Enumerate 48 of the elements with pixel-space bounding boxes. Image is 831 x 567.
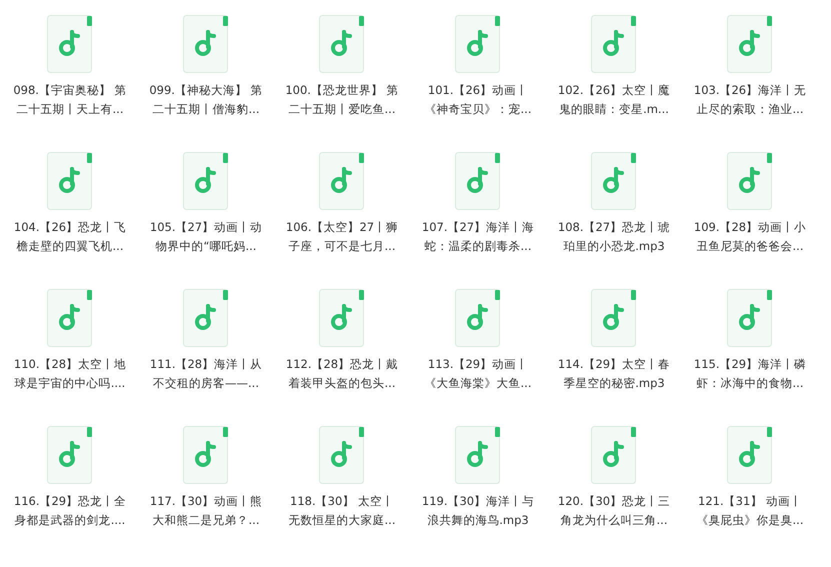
- music-file-icon: [455, 289, 501, 347]
- file-name[interactable]: 102.【26】太空丨魔 鬼的眼睛：变星.m...: [547, 81, 681, 119]
- music-file-icon: [183, 289, 229, 347]
- music-file-icon: [591, 426, 637, 484]
- music-file-icon: [183, 15, 229, 73]
- file-name[interactable]: 115.【29】海洋丨磷 虾：冰海中的食物...: [683, 355, 817, 393]
- music-file-icon: [591, 289, 637, 347]
- file-name[interactable]: 113.【29】动画丨 《大鱼海棠》大鱼...: [411, 355, 545, 393]
- file-name[interactable]: 120.【30】恐龙丨三 角龙为什么叫三角...: [547, 492, 681, 530]
- music-file-icon: [47, 426, 93, 484]
- file-name[interactable]: 111.【28】海洋丨从 不交租的房客——...: [139, 355, 273, 393]
- file-name[interactable]: 117.【30】动画丨熊 大和熊二是兄弟？...: [139, 492, 273, 530]
- music-file-icon: [591, 15, 637, 73]
- music-file-icon: [47, 15, 93, 73]
- music-file-icon: [319, 426, 365, 484]
- file-name[interactable]: 114.【29】太空丨春 季星空的秘密.mp3: [547, 355, 681, 393]
- music-file-icon: [47, 152, 93, 210]
- file-name[interactable]: 106.【太空】27丨狮 子座，可不是七月...: [275, 218, 409, 256]
- music-file-icon: [319, 289, 365, 347]
- file-name[interactable]: 100.【恐龙世界】 第 二十五期丨爱吃鱼...: [275, 81, 409, 119]
- file-name[interactable]: 109.【28】动画丨小 丑鱼尼莫的爸爸会...: [683, 218, 817, 256]
- file-name[interactable]: 108.【27】恐龙丨琥 珀里的小恐龙.mp3: [547, 218, 681, 256]
- file-name[interactable]: 110.【28】太空丨地 球是宇宙的中心吗....: [3, 355, 137, 393]
- music-file-icon: [319, 15, 365, 73]
- music-file-icon: [183, 426, 229, 484]
- music-file-icon: [727, 152, 773, 210]
- file-name[interactable]: 112.【28】恐龙丨戴 着装甲头盔的包头...: [275, 355, 409, 393]
- music-file-icon: [455, 426, 501, 484]
- music-file-icon: [47, 289, 93, 347]
- file-name[interactable]: 099.【神秘大海】 第 二十五期丨僧海豹...: [139, 81, 273, 119]
- file-name[interactable]: 105.【27】动画丨动 物界中的“哪吒妈...: [139, 218, 273, 256]
- file-name[interactable]: 119.【30】海洋丨与 浪共舞的海鸟.mp3: [411, 492, 545, 530]
- file-name[interactable]: 103.【26】海洋丨无 止尽的索取：渔业...: [683, 81, 817, 119]
- file-name[interactable]: 116.【29】恐龙丨全 身都是武器的剑龙....: [3, 492, 137, 530]
- file-name[interactable]: 121.【31】 动画丨 《臭屁虫》你是臭...: [683, 492, 817, 530]
- music-file-icon: [183, 152, 229, 210]
- file-name[interactable]: 098.【宇宙奥秘】 第 二十五期丨天上有...: [3, 81, 137, 119]
- music-file-icon: [727, 426, 773, 484]
- music-file-icon: [455, 152, 501, 210]
- music-file-icon: [727, 289, 773, 347]
- file-name[interactable]: 104.【26】恐龙丨飞 檐走壁的四翼飞机...: [3, 218, 137, 256]
- file-name[interactable]: 107.【27】海洋丨海 蛇：温柔的剧毒杀...: [411, 218, 545, 256]
- file-name[interactable]: 118.【30】 太空丨 无数恒星的大家庭...: [275, 492, 409, 530]
- music-file-icon: [455, 15, 501, 73]
- music-file-icon: [727, 15, 773, 73]
- file-name[interactable]: 101.【26】动画丨 《神奇宝贝》：宠...: [411, 81, 545, 119]
- music-file-icon: [591, 152, 637, 210]
- music-file-icon: [319, 152, 365, 210]
